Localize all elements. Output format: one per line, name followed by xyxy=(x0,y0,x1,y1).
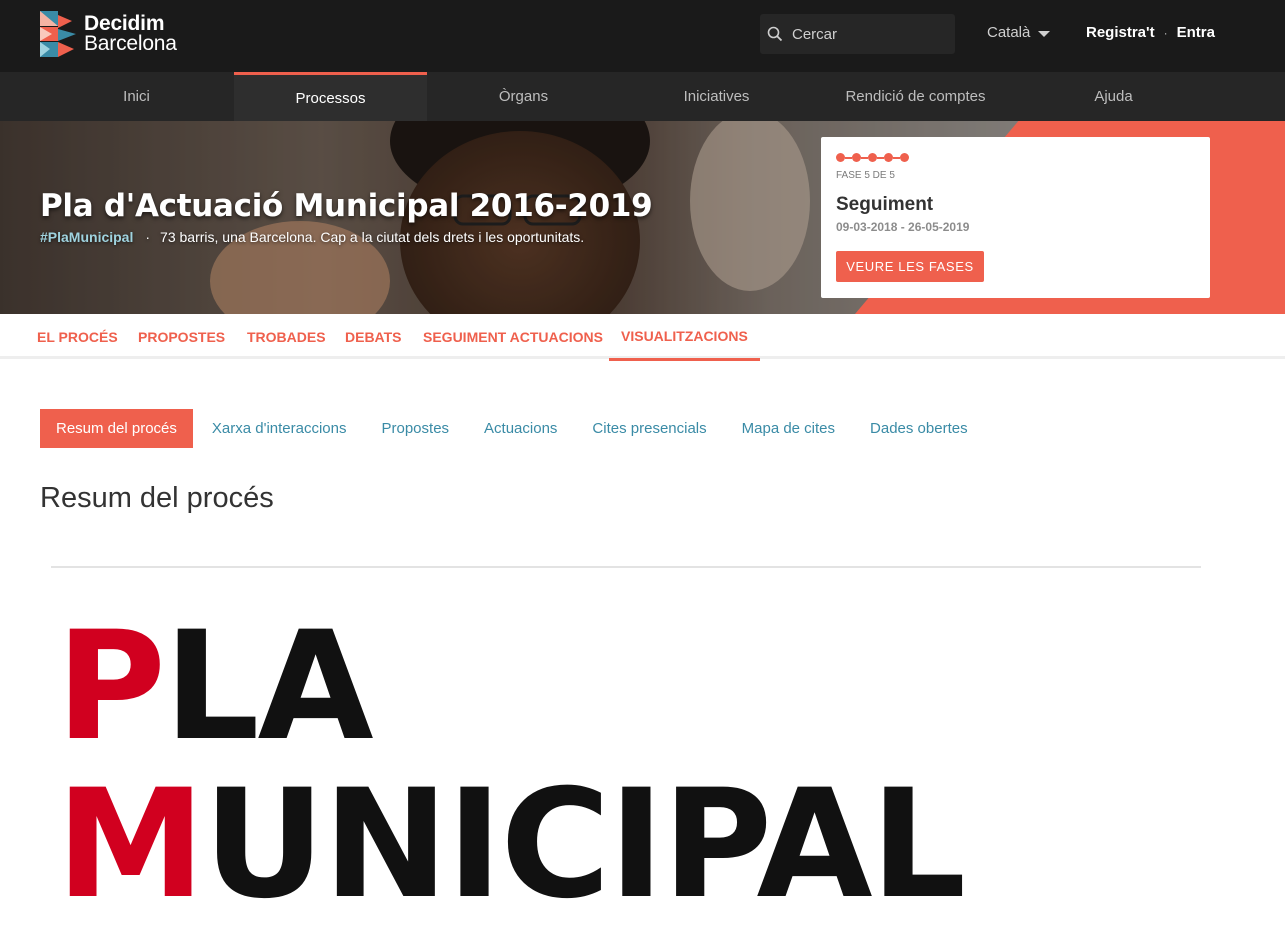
phase-dates: 09-03-2018 - 26-05-2019 xyxy=(836,220,970,234)
search-box[interactable] xyxy=(760,14,955,54)
process-subtitle: 73 barris, una Barcelona. Cap a la ciuta… xyxy=(160,229,585,245)
nav-item-ajuda[interactable]: Ajuda xyxy=(1017,72,1210,121)
poster-title-line-1: PLA xyxy=(56,612,374,762)
subtab-mapa-de-cites[interactable]: Mapa de cites xyxy=(726,409,851,448)
logo-line-1: Decidim xyxy=(84,12,165,35)
subtab-actuacions[interactable]: Actuacions xyxy=(468,409,573,448)
process-tabs: EL PROCÉS PROPOSTES TROBADES DEBATS SEGU… xyxy=(0,314,1285,361)
process-hero: Pla d'Actuació Municipal 2016-2019 #PlaM… xyxy=(0,121,1285,314)
visualization-subtabs: Resum del procés Xarxa d'interaccions Pr… xyxy=(40,409,987,448)
auth-separator: · xyxy=(1163,25,1168,40)
tab-propostes[interactable]: PROPOSTES xyxy=(126,314,237,359)
phase-dot xyxy=(900,153,909,162)
phase-dot xyxy=(868,153,877,162)
decidim-barcelona-logo[interactable]: Decidim Barcelona xyxy=(40,11,177,57)
logo-line-2: Barcelona xyxy=(84,32,177,55)
process-subtitle-row: #PlaMunicipal · 73 barris, una Barcelona… xyxy=(40,229,584,245)
subtab-dades-obertes[interactable]: Dades obertes xyxy=(854,409,984,448)
tab-trobades[interactable]: TROBADES xyxy=(235,314,338,359)
subtab-xarxa-interaccions[interactable]: Xarxa d'interaccions xyxy=(196,409,363,448)
subtitle-separator: · xyxy=(145,229,151,245)
phase-dot xyxy=(852,153,861,162)
nav-item-organs[interactable]: Òrgans xyxy=(427,72,620,121)
poster-title-line-2: MUNICIPAL xyxy=(56,770,966,920)
logo-text: Decidim Barcelona xyxy=(84,12,177,55)
phase-card: FASE 5 DE 5 Seguiment 09-03-2018 - 26-05… xyxy=(821,137,1210,298)
language-selector[interactable]: Català xyxy=(987,24,1051,41)
search-input[interactable] xyxy=(792,25,942,43)
nav-item-iniciatives[interactable]: Iniciatives xyxy=(620,72,813,121)
tab-el-proces[interactable]: EL PROCÉS xyxy=(25,314,130,359)
main-navigation: Inici Processos Òrgans Iniciatives Rendi… xyxy=(0,72,1285,121)
tab-seguiment-actuacions[interactable]: SEGUIMENT ACTUACIONS xyxy=(411,314,615,359)
poster-initial-m: M xyxy=(56,758,205,932)
process-title: Pla d'Actuació Municipal 2016-2019 xyxy=(40,188,653,224)
top-bar: Decidim Barcelona Català Registra't · En… xyxy=(0,0,1285,72)
logo-mark-icon xyxy=(40,11,76,57)
divider xyxy=(51,566,1201,568)
search-icon xyxy=(767,26,783,42)
view-phases-button[interactable]: VEURE LES FASES xyxy=(836,251,984,282)
subtab-propostes[interactable]: Propostes xyxy=(366,409,466,448)
register-link[interactable]: Registra't xyxy=(1086,24,1155,41)
subtab-resum-del-proces[interactable]: Resum del procés xyxy=(40,409,193,448)
phase-dot xyxy=(836,153,845,162)
phase-name: Seguiment xyxy=(836,194,934,215)
subtab-cites-presencials[interactable]: Cites presencials xyxy=(576,409,722,448)
tab-visualitzacions[interactable]: VISUALITZACIONS xyxy=(609,314,760,361)
language-current: Català xyxy=(987,24,1031,41)
process-hashtag[interactable]: #PlaMunicipal xyxy=(40,229,133,245)
section-title: Resum del procés xyxy=(40,482,274,514)
login-link[interactable]: Entra xyxy=(1177,24,1215,41)
poster-rest-line-2: UNICIPAL xyxy=(203,758,966,932)
phase-counter: FASE 5 DE 5 xyxy=(836,170,895,181)
poster-initial-p: P xyxy=(56,600,166,774)
nav-item-processos[interactable]: Processos xyxy=(234,72,427,121)
poster-rest-line-1: LA xyxy=(163,600,374,774)
nav-item-rendicio-de-comptes[interactable]: Rendició de comptes xyxy=(818,72,1013,121)
phase-dot xyxy=(884,153,893,162)
auth-links: Registra't · Entra xyxy=(1086,24,1215,41)
phase-progress-dots xyxy=(836,153,909,162)
caret-down-icon xyxy=(1038,31,1051,37)
nav-item-inici[interactable]: Inici xyxy=(40,72,233,121)
tab-debats[interactable]: DEBATS xyxy=(333,314,414,359)
